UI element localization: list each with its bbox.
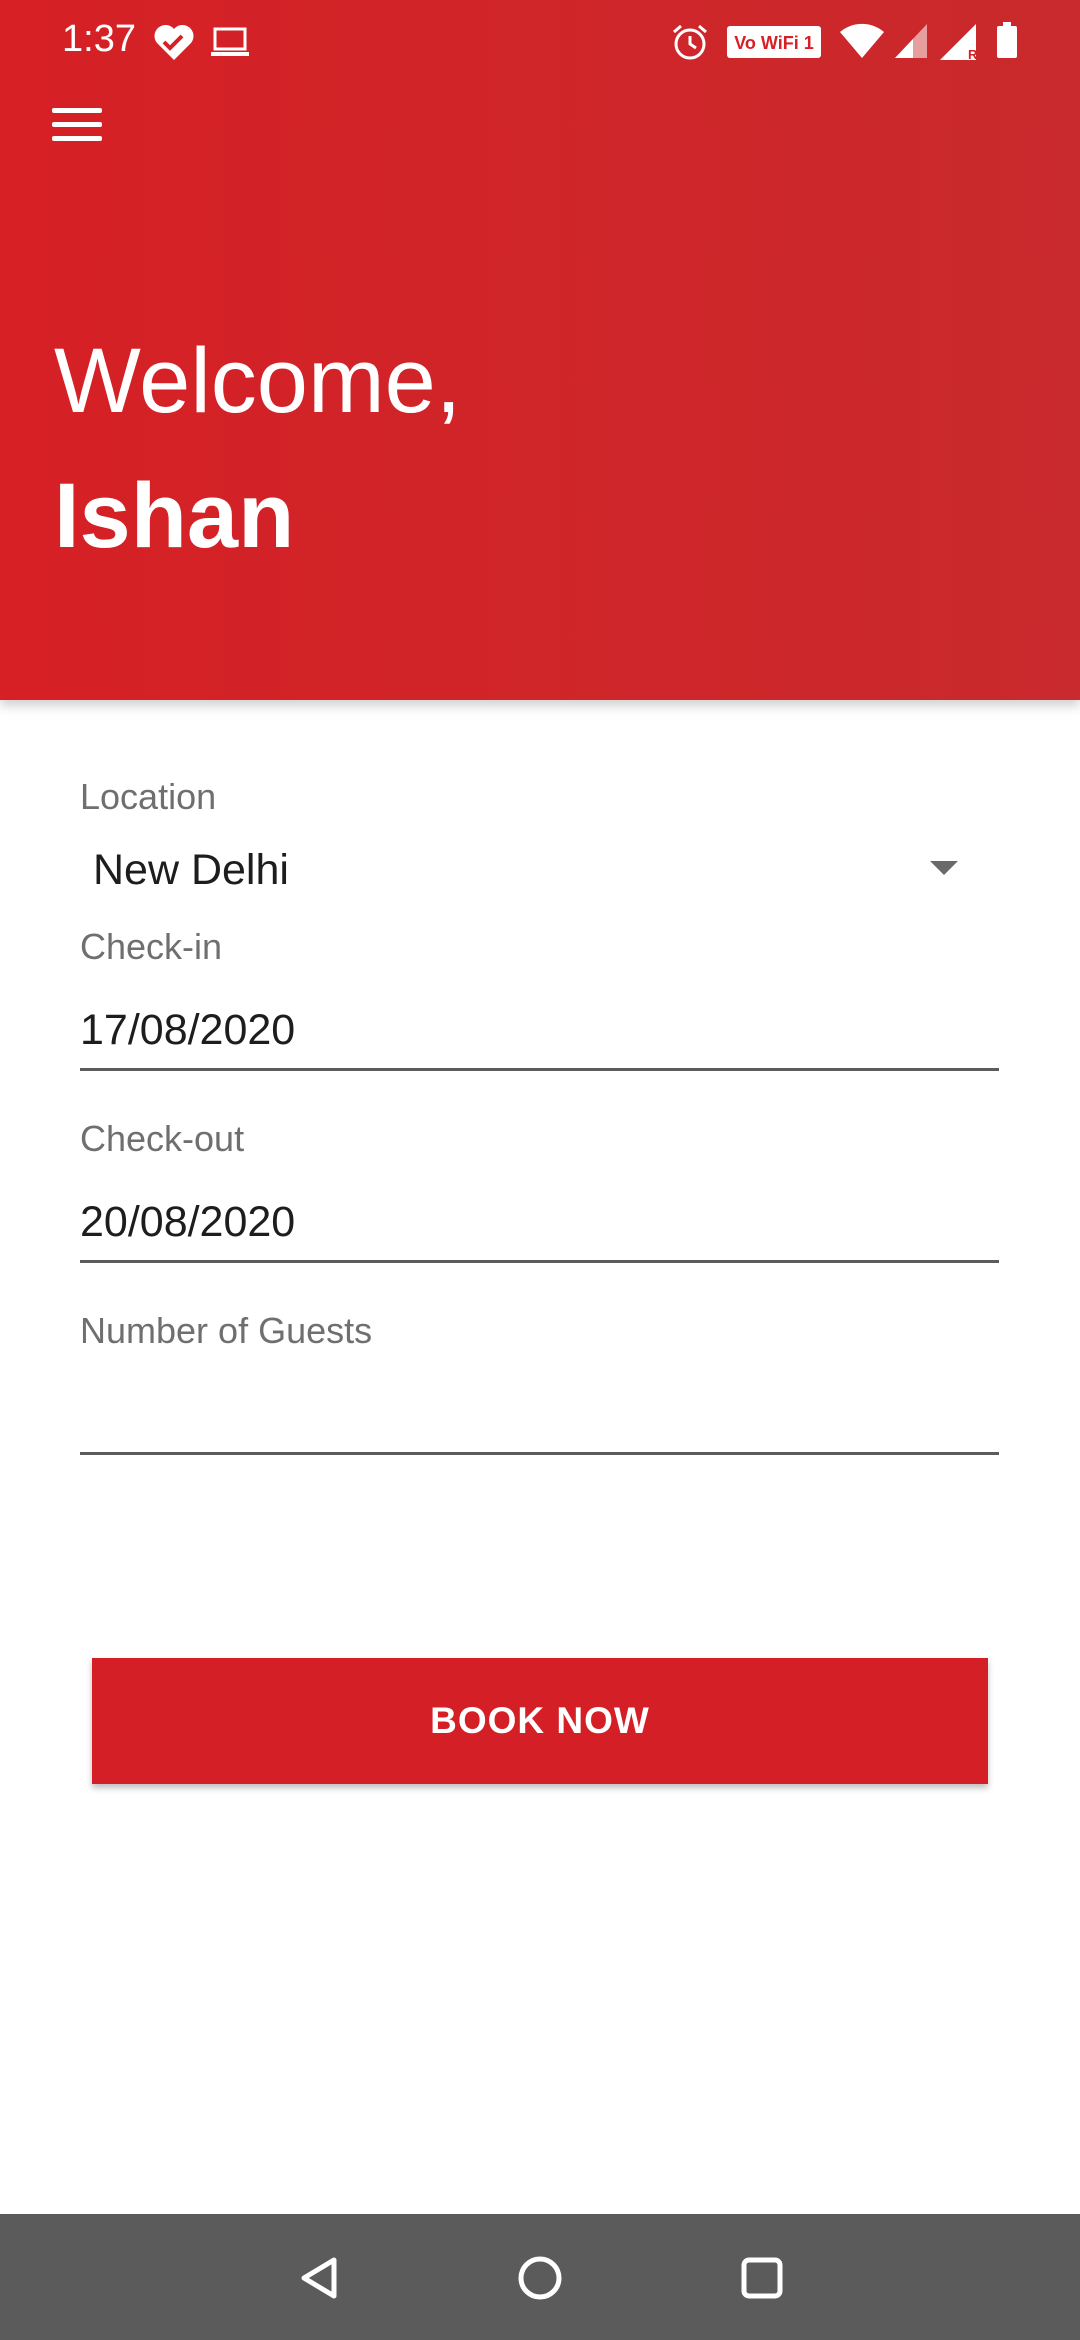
battery-icon: [996, 22, 1018, 65]
menu-icon-bar: [52, 122, 102, 127]
svg-text:Vo WiFi 1: Vo WiFi 1: [734, 33, 814, 53]
location-value: New Delhi: [93, 846, 289, 894]
location-dropdown[interactable]: New Delhi: [80, 830, 999, 910]
home-icon[interactable]: [500, 2238, 580, 2318]
vowifi-icon: Vo WiFi 1: [727, 26, 821, 63]
guests-underline: [80, 1452, 999, 1455]
navigation-bar: [0, 2214, 1080, 2340]
menu-icon-bar: [52, 108, 102, 113]
alarm-icon: [670, 22, 710, 67]
guests-label: Number of Guests: [80, 1310, 373, 1351]
heart-icon: [152, 22, 196, 67]
location-label: Location: [80, 776, 217, 817]
checkout-field[interactable]: 20/08/2020: [80, 1182, 999, 1262]
signal-roaming-icon: R: [938, 22, 978, 67]
checkout-label: Check-out: [80, 1118, 245, 1159]
guests-field[interactable]: [80, 1374, 999, 1454]
signal-icon: [893, 22, 929, 65]
status-bar: 1:37 Vo WiFi 1 R: [0, 0, 1080, 84]
welcome-heading: Welcome,: [54, 330, 462, 432]
checkin-underline: [80, 1068, 999, 1071]
user-name: Ishan: [54, 465, 295, 567]
menu-icon-bar: [52, 136, 102, 141]
recents-icon[interactable]: [722, 2238, 802, 2318]
checkout-value: 20/08/2020: [80, 1198, 296, 1246]
chevron-down-icon: [930, 861, 958, 875]
laptop-icon: [210, 26, 250, 63]
checkin-label: Check-in: [80, 926, 223, 967]
wifi-icon: [838, 22, 886, 65]
svg-text:R: R: [968, 47, 978, 62]
header-banner: 1:37 Vo WiFi 1 R Welcome, Ishan: [0, 0, 1080, 700]
status-time: 1:37: [62, 18, 136, 60]
menu-button[interactable]: [40, 100, 112, 152]
checkin-value: 17/08/2020: [80, 1006, 296, 1054]
book-now-button[interactable]: BOOK NOW: [92, 1658, 988, 1784]
back-icon[interactable]: [280, 2238, 360, 2318]
checkout-underline: [80, 1260, 999, 1263]
checkin-field[interactable]: 17/08/2020: [80, 990, 999, 1070]
